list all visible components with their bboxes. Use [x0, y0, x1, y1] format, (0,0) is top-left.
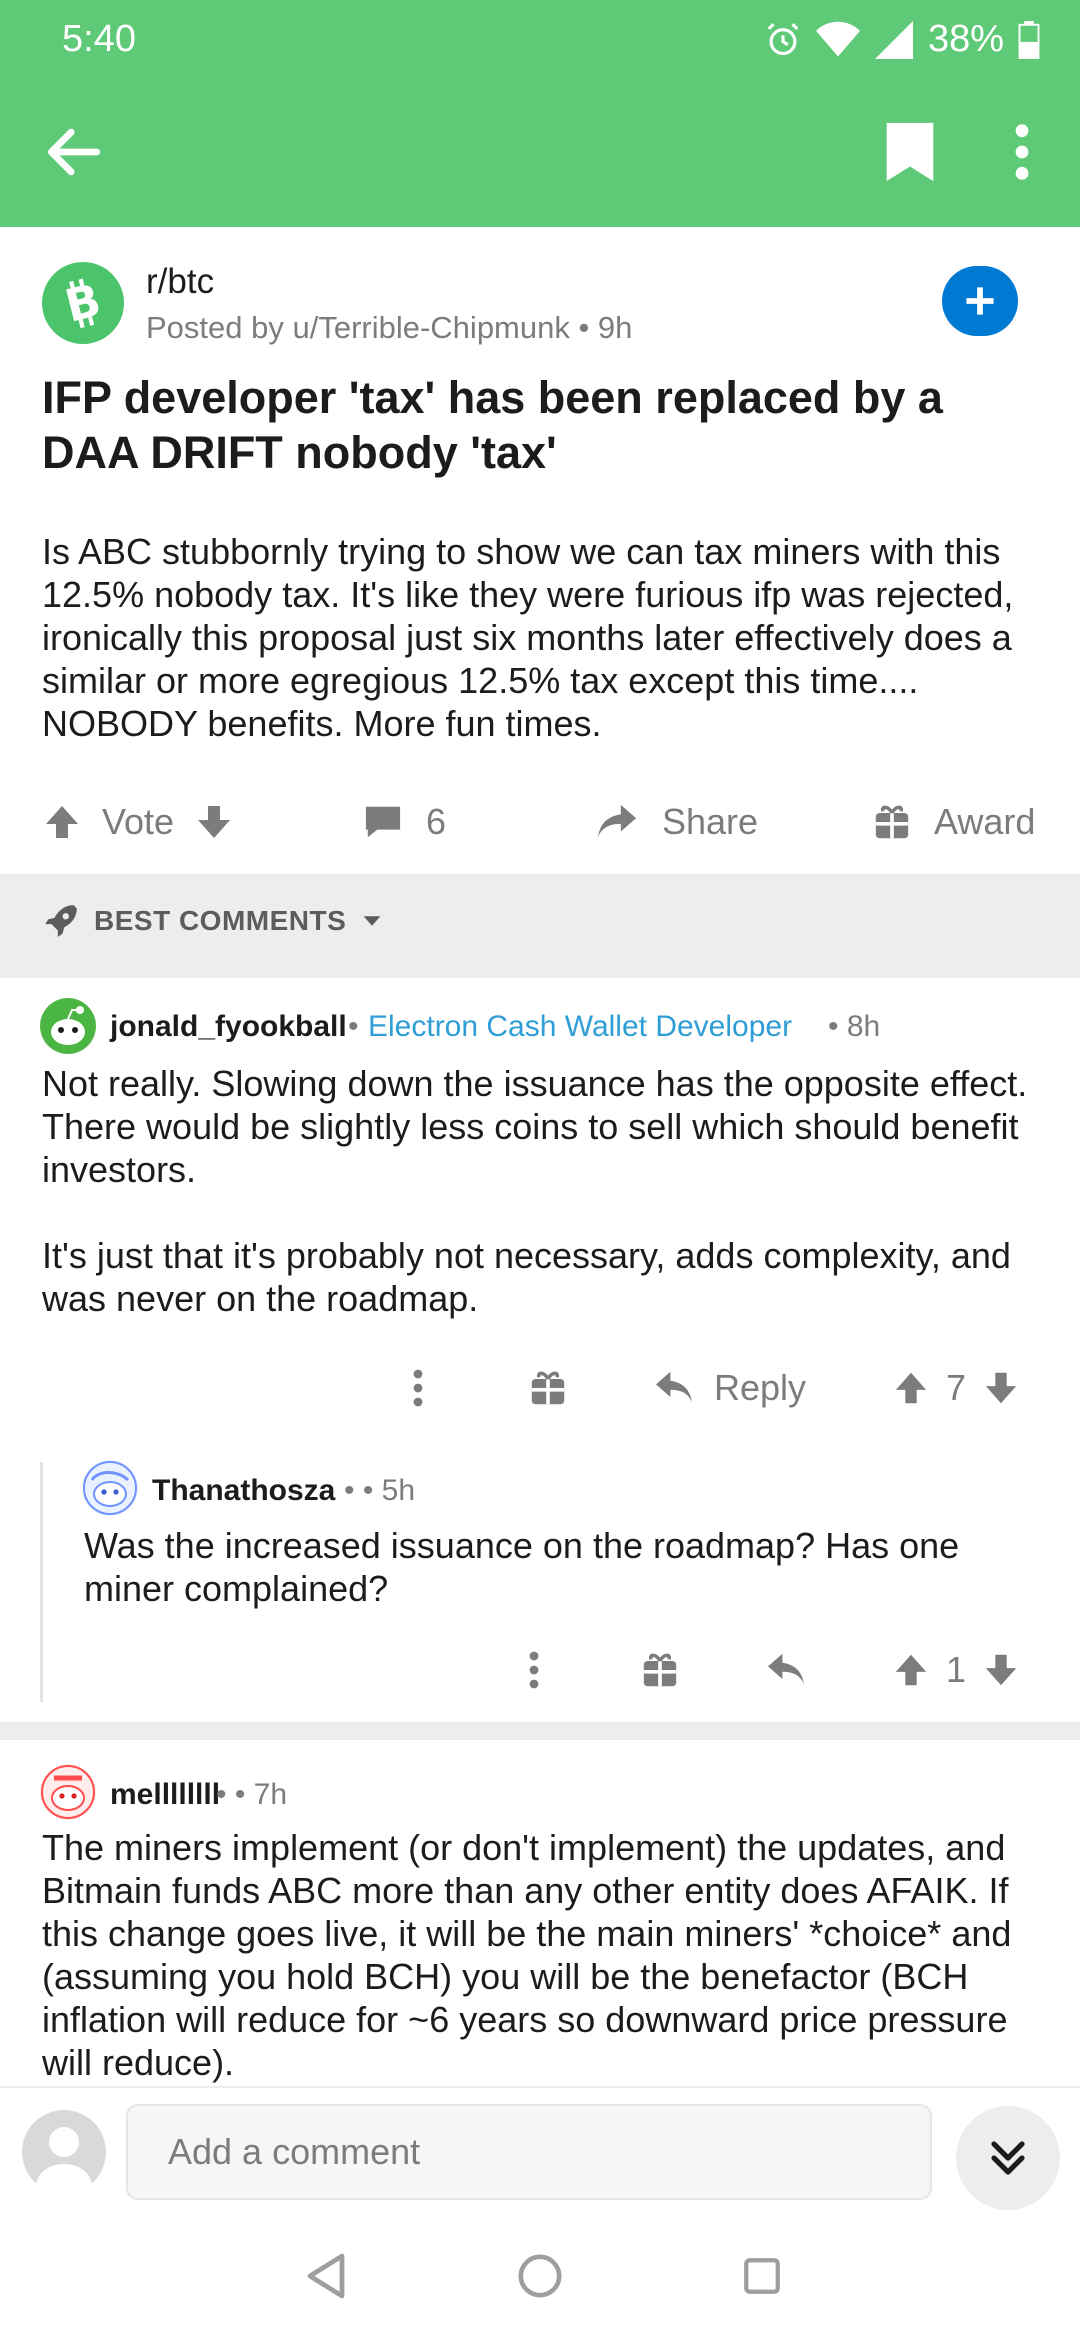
more-vertical-icon[interactable] — [1000, 120, 1044, 184]
plus-icon — [966, 287, 994, 315]
comment-award-button[interactable] — [530, 1358, 566, 1418]
post-body: Is ABC stubbornly trying to show we can … — [42, 531, 1014, 744]
status-icons: 38% — [764, 18, 1040, 61]
award-label: Award — [934, 801, 1036, 842]
comment-vote-control: 7 — [892, 1358, 1020, 1418]
signal-icon — [874, 20, 913, 59]
snoo-avatar-icon — [41, 1765, 95, 1819]
join-button[interactable] — [942, 266, 1018, 336]
battery-percent: 38% — [927, 18, 1004, 60]
post-title: IFP developer 'tax' has been replaced by… — [42, 372, 943, 478]
comments-button[interactable]: 6 — [364, 790, 446, 854]
gift-icon — [875, 805, 909, 839]
upvote-icon[interactable] — [892, 1369, 930, 1407]
comment-vote-control: 1 — [892, 1640, 1020, 1700]
comment-divider — [0, 1722, 1080, 1740]
award-button[interactable]: Award — [874, 790, 1035, 854]
comment-body: The miners implement (or don't implement… — [42, 1827, 1012, 2083]
comment-username[interactable]: jonald_fyookball — [110, 1010, 347, 1044]
comment-paragraph: Not really. Slowing down the issuance ha… — [42, 1063, 1028, 1190]
reply-button[interactable] — [766, 1640, 806, 1700]
comment-actions: Reply 7 — [0, 1358, 1080, 1418]
circle-home-icon — [518, 2254, 562, 2298]
comment-avatar[interactable] — [40, 998, 96, 1054]
share-label: Share — [662, 801, 759, 842]
comment-username[interactable]: Thanathosza — [152, 1474, 335, 1508]
reply-label: Reply — [714, 1367, 807, 1408]
sort-selector[interactable]: BEST COMMENTS — [42, 902, 384, 940]
comment-body: Was the increased issuance on the roadma… — [84, 1525, 960, 1609]
reply-button[interactable]: Reply — [654, 1358, 806, 1418]
gift-icon — [531, 1371, 565, 1405]
sort-label: BEST COMMENTS — [94, 905, 347, 936]
comment-award-button[interactable] — [642, 1640, 678, 1700]
back-arrow-icon[interactable] — [40, 118, 108, 186]
comment-username[interactable]: mellllllll — [110, 1778, 220, 1812]
rocket-icon — [45, 905, 77, 937]
user-silhouette-icon — [36, 2127, 92, 2194]
vote-label: Vote — [102, 801, 175, 842]
comment-meta: • • 5h — [344, 1474, 416, 1507]
system-nav-bar — [0, 2212, 1080, 2340]
comment-paragraph: It's just that it's probably not necessa… — [42, 1235, 1011, 1319]
user-flair: Electron Cash Wallet Developer — [368, 1010, 793, 1043]
share-button[interactable]: Share — [596, 790, 758, 854]
comment-actions: 1 — [0, 1640, 1080, 1700]
comment-composer: Add a comment — [0, 2086, 1080, 2212]
downvote-icon[interactable] — [982, 1369, 1020, 1407]
share-icon — [597, 804, 637, 838]
nav-back-button[interactable] — [296, 2246, 356, 2306]
user-avatar[interactable] — [22, 2110, 106, 2194]
triangle-back-icon — [307, 2253, 345, 2299]
nav-recents-button[interactable] — [732, 2246, 792, 2306]
comment-meta: • 8h — [828, 1010, 881, 1043]
bitcoin-icon: B — [60, 275, 106, 331]
post-action-bar: Vote 6 Share Award — [0, 790, 1080, 854]
wifi-icon — [815, 21, 860, 57]
status-time: 5:40 — [62, 18, 136, 60]
more-vertical-icon — [529, 1651, 539, 1689]
comment-sort-bar[interactable]: BEST COMMENTS — [0, 874, 1080, 978]
upvote-icon[interactable] — [892, 1651, 930, 1689]
comment-score: 1 — [946, 1649, 967, 1690]
snoo-avatar-icon — [41, 999, 95, 1053]
comment-avatar[interactable] — [40, 1764, 96, 1820]
comment-avatar[interactable] — [82, 1460, 138, 1516]
comment-count: 6 — [426, 801, 447, 842]
downvote-icon[interactable] — [194, 802, 234, 842]
alarm-icon — [767, 22, 799, 55]
subreddit-name[interactable]: r/btc — [146, 262, 214, 302]
battery-icon — [1018, 20, 1040, 59]
nav-home-button[interactable] — [510, 2246, 570, 2306]
comment-meta: • • 7h — [216, 1778, 288, 1811]
reply-icon — [656, 1371, 692, 1403]
upvote-icon[interactable] — [42, 802, 82, 842]
more-vertical-icon — [413, 1369, 423, 1407]
comment-body: Not really. Slowing down the issuance ha… — [42, 1062, 1052, 1320]
meta-separator: • — [348, 1010, 359, 1043]
reply-icon — [768, 1653, 804, 1685]
post-meta: Posted by u/Terrible-Chipmunk • 9h — [146, 310, 633, 345]
app-header: 5:40 38% — [0, 0, 1080, 227]
comment-icon — [365, 806, 401, 838]
downvote-icon[interactable] — [982, 1651, 1020, 1689]
vote-control: Vote — [42, 790, 234, 854]
chevron-down-icon — [363, 916, 381, 926]
subreddit-avatar[interactable]: B — [42, 262, 124, 344]
bookmark-icon[interactable] — [880, 120, 940, 184]
square-recents-icon — [744, 2258, 780, 2294]
snoo-avatar-icon — [83, 1461, 137, 1515]
collapse-button[interactable] — [956, 2106, 1060, 2210]
add-comment-input[interactable]: Add a comment — [126, 2104, 932, 2200]
comment-more-button[interactable] — [528, 1640, 540, 1700]
comment-score: 7 — [946, 1367, 967, 1408]
double-chevron-down-icon — [991, 2141, 1025, 2175]
gift-icon — [643, 1653, 677, 1687]
comment-more-button[interactable] — [412, 1358, 424, 1418]
